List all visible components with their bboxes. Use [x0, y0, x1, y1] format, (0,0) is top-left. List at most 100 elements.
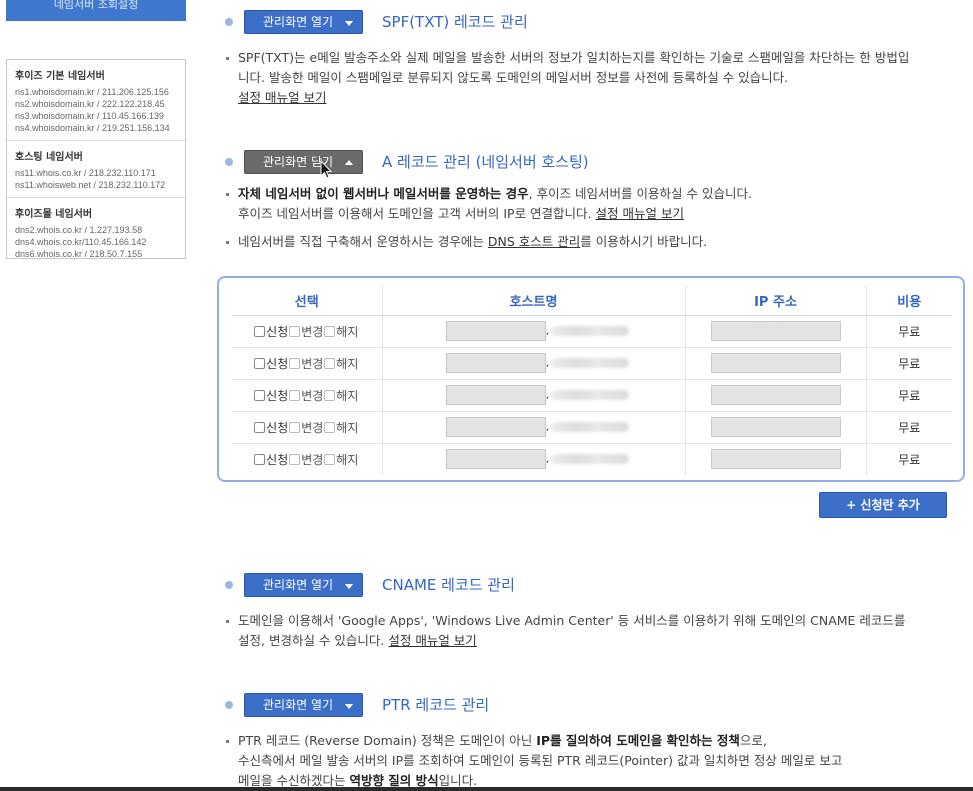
- ip-cell: [684, 347, 866, 380]
- spf-manual-link[interactable]: 설정 매뉴얼 보기: [238, 90, 326, 105]
- hostname-input[interactable]: [445, 353, 546, 373]
- bottom-divider: [0, 787, 973, 791]
- hostname-cell: .: [381, 379, 685, 412]
- apply-label: 신청: [266, 324, 289, 339]
- ip-address-input[interactable]: [710, 449, 841, 470]
- apply-checkbox[interactable]: [254, 357, 266, 369]
- cname-open-button[interactable]: 관리화면 열기: [244, 573, 363, 597]
- hostname-input[interactable]: [445, 385, 546, 405]
- add-row-button[interactable]: + 신청란 추가: [819, 492, 947, 518]
- ptr-open-button[interactable]: 관리화면 열기: [244, 693, 363, 717]
- a-record-description: 자체 네임서버 없이 웹서버나 메일서버를 운영하는 경우, 후이즈 네임서버를…: [225, 184, 915, 252]
- redacted-domain: [551, 326, 630, 336]
- redacted-domain: [551, 422, 630, 432]
- spf-desc-item: SPF(TXT)는 e메일 발송주소와 실제 메일을 발송한 서버의 정보가 일…: [225, 48, 915, 108]
- select-cell: 신청 변경 해지: [232, 379, 382, 412]
- ptr-section-title: PTR 레코드 관리: [382, 696, 490, 714]
- a-desc-strong: 자체 네임서버 없이 웹서버나 메일서버를 운영하는 경우: [238, 186, 529, 201]
- ip-address-input[interactable]: [710, 321, 841, 341]
- change-checkbox[interactable]: [289, 357, 301, 369]
- change-checkbox[interactable]: [289, 389, 301, 401]
- apply-label: 신청: [266, 452, 289, 467]
- change-label: 변경: [301, 420, 324, 435]
- apply-checkbox[interactable]: [254, 421, 266, 433]
- spf-open-button-label: 관리화면 열기: [263, 15, 334, 29]
- ip-cell: [684, 315, 866, 348]
- change-checkbox[interactable]: [289, 421, 301, 433]
- chevron-down-icon: [345, 584, 353, 589]
- redacted-domain: [551, 390, 630, 400]
- dns-host-manage-link[interactable]: DNS 호스트 관리: [488, 234, 580, 249]
- cname-manual-link[interactable]: 설정 매뉴얼 보기: [388, 633, 476, 648]
- fee-cell: 무료: [865, 411, 952, 444]
- ptr-desc-item: PTR 레코드 (Reverse Domain) 정책은 도메인이 아닌 IP를…: [225, 731, 915, 791]
- bullet-icon: [225, 158, 233, 166]
- ptr-section: 관리화면 열기 PTR 레코드 관리 PTR 레코드 (Reverse Doma…: [225, 693, 915, 791]
- ptr-desc-line2: 수신측에서 메일 발송 서버의 IP를 조회하여 도메인이 등록된 PTR 레코…: [238, 753, 843, 768]
- fee-cell: 무료: [865, 379, 952, 412]
- apply-checkbox[interactable]: [254, 453, 266, 465]
- ip-cell: [684, 443, 866, 475]
- hostname-cell: .: [381, 411, 685, 444]
- nameserver-line: dns6.whois.co.kr / 218.50.7.155: [15, 249, 143, 259]
- table-row: 신청 변경 해지. 무료: [232, 347, 952, 380]
- nameserver-line: ns1.whoisdomain.kr / 211.206.125.156: [15, 87, 169, 97]
- ip-cell: [684, 379, 866, 412]
- redacted-domain: [551, 358, 630, 368]
- cname-desc-text: 도메인을 이용해서 'Google Apps', 'Windows Live A…: [238, 613, 906, 648]
- a-record-table: 선택 호스트명 IP 주소 비용 신청 변경 해지. 무료 신청 변경 해지. 무료 신청 변경 해…: [232, 286, 952, 475]
- bullet-icon: [225, 701, 233, 709]
- nameserver-group-title: 후이즈몰 네임서버: [15, 209, 93, 220]
- nameserver-line: ns11.whoisweb.net / 218.232.110.172: [15, 180, 166, 190]
- spf-description: SPF(TXT)는 e메일 발송주소와 실제 메일을 발송한 서버의 정보가 일…: [225, 48, 915, 108]
- ip-address-input[interactable]: [710, 385, 841, 405]
- table-row: 신청 변경 해지. 무료: [232, 315, 952, 348]
- nameserver-info-box: 후이즈 기본 네임서버 ns1.whoisdomain.kr / 211.206…: [6, 59, 186, 259]
- select-cell: 신청 변경 해지: [232, 315, 382, 348]
- col-header-fee: 비용: [865, 286, 952, 316]
- hostname-input[interactable]: [445, 417, 546, 437]
- a-manual-link[interactable]: 설정 매뉴얼 보기: [596, 206, 684, 221]
- spf-desc-text: SPF(TXT)는 e메일 발송주소와 실제 메일을 발송한 서버의 정보가 일…: [238, 50, 910, 85]
- apply-checkbox[interactable]: [254, 325, 266, 337]
- apply-label: 신청: [266, 420, 289, 435]
- ptr-description: PTR 레코드 (Reverse Domain) 정책은 도메인이 아닌 IP를…: [225, 731, 915, 791]
- cancel-checkbox[interactable]: [324, 325, 336, 337]
- cancel-label: 해지: [336, 452, 359, 467]
- a-record-close-button[interactable]: 관리화면 닫기: [244, 150, 363, 174]
- change-checkbox[interactable]: [289, 325, 301, 337]
- nameserver-line: ns3.whoisdomain.kr / 110.45.166.139: [15, 111, 164, 121]
- cname-open-button-label: 관리화면 열기: [263, 578, 334, 592]
- hostname-input[interactable]: [445, 449, 546, 470]
- nameserver-group-title: 후이즈 기본 네임서버: [15, 71, 105, 82]
- sidebar-top-tab[interactable]: 네임서버 조회설정: [6, 0, 186, 21]
- nameserver-line: ns11.whois.co.kr / 218.232.110.171: [15, 168, 156, 178]
- cancel-checkbox[interactable]: [324, 453, 336, 465]
- spf-open-button[interactable]: 관리화면 열기: [244, 10, 363, 34]
- ptr-desc-a: PTR 레코드 (Reverse Domain) 정책은 도메인이 아닌: [238, 733, 537, 748]
- hostname-cell: .: [381, 347, 685, 380]
- domain-separator: .: [545, 387, 550, 402]
- nameserver-line: ns2.whoisdomain.kr / 222.122.218.45: [15, 99, 165, 109]
- nameserver-group: 후이즈몰 네임서버 dns2.whois.co.kr / 1.227.193.5…: [7, 198, 185, 266]
- hostname-cell: .: [381, 443, 685, 475]
- apply-checkbox[interactable]: [254, 389, 266, 401]
- ip-address-input[interactable]: [710, 417, 841, 437]
- change-checkbox[interactable]: [289, 453, 301, 465]
- ptr-open-button-label: 관리화면 열기: [263, 698, 334, 712]
- nameserver-line: dns4.whois.co.kr/110.45.166.142: [15, 237, 147, 247]
- ip-address-input[interactable]: [710, 353, 841, 373]
- chevron-up-icon: [345, 160, 353, 165]
- redacted-domain: [551, 454, 630, 465]
- hostname-input[interactable]: [445, 321, 546, 341]
- cname-description: 도메인을 이용해서 'Google Apps', 'Windows Live A…: [225, 611, 915, 651]
- apply-label: 신청: [266, 388, 289, 403]
- nameserver-line: dns2.whois.co.kr / 1.227.193.58: [15, 225, 143, 235]
- change-label: 변경: [301, 452, 324, 467]
- ptr-desc-c: 으로,: [739, 733, 767, 748]
- cancel-checkbox[interactable]: [324, 357, 336, 369]
- bullet-icon: [225, 581, 233, 589]
- cancel-checkbox[interactable]: [324, 421, 336, 433]
- cancel-checkbox[interactable]: [324, 389, 336, 401]
- change-label: 변경: [301, 388, 324, 403]
